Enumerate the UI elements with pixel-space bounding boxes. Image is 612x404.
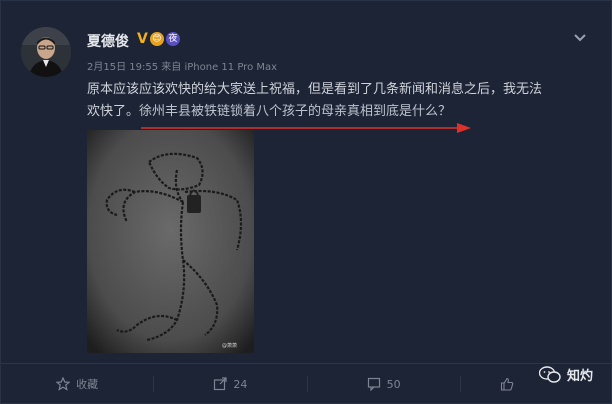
source-prefix: 来自 [161, 62, 182, 73]
comment-button[interactable]: 50 [308, 377, 460, 391]
post-body: 原本应该应该欢快的给大家送上祝福，但是看到了几条新闻和消息之后，我无法 欢快了。… [87, 79, 587, 123]
weibo-post-card: 夏德俊 V 😊 夜 2月15日 19:55 来自 iPhone 11 Pro M… [0, 0, 612, 404]
night-badge-icon: 夜 [165, 32, 180, 46]
action-bar: 收藏 24 50 [1, 364, 612, 404]
favorite-icon [56, 377, 71, 391]
wechat-icon [538, 365, 561, 383]
member-badge-icon: 😊 [149, 32, 164, 46]
verified-icon: V [137, 31, 148, 47]
chevron-down-icon[interactable] [571, 29, 589, 47]
repost-count: 24 [233, 377, 248, 391]
post-time: 19:55 [129, 62, 159, 73]
post-source: iPhone 11 Pro Max [184, 62, 278, 73]
source-watermark: 知灼 [538, 365, 593, 384]
post-text-part-1: 欢快了。 [87, 104, 140, 119]
avatar[interactable] [21, 27, 71, 77]
post-text-highlight: 徐州丰县被铁链锁着八个孩子的母亲真相到底是什么？ [139, 104, 452, 119]
comment-count: 50 [386, 377, 401, 391]
repost-button[interactable]: 24 [154, 377, 306, 391]
post-text-line-1: 原本应该应该欢快的给大家送上祝福，但是看到了几条新闻和消息之后，我无法 [87, 82, 543, 97]
post-date[interactable]: 2月15日 [87, 62, 126, 73]
post-text-line-2: 欢快了。徐州丰县被铁链锁着八个孩子的母亲真相到底是什么？ [87, 101, 587, 123]
comment-icon [367, 377, 380, 391]
repost-icon [214, 377, 227, 391]
favorite-button[interactable]: 收藏 [1, 376, 153, 392]
avatar-image [21, 27, 71, 77]
author-name[interactable]: 夏德俊 [87, 31, 129, 51]
chain-photo: @萧萧 [87, 130, 254, 353]
favorite-label: 收藏 [76, 378, 99, 391]
author-badges: V 😊 夜 [137, 31, 180, 47]
watermark-brand: 知灼 [566, 369, 593, 384]
like-icon [500, 377, 514, 391]
post-meta: 2月15日 19:55 来自 iPhone 11 Pro Max [87, 58, 277, 73]
post-image[interactable]: @萧萧 [87, 130, 254, 353]
image-watermark: @萧萧 [222, 342, 237, 349]
